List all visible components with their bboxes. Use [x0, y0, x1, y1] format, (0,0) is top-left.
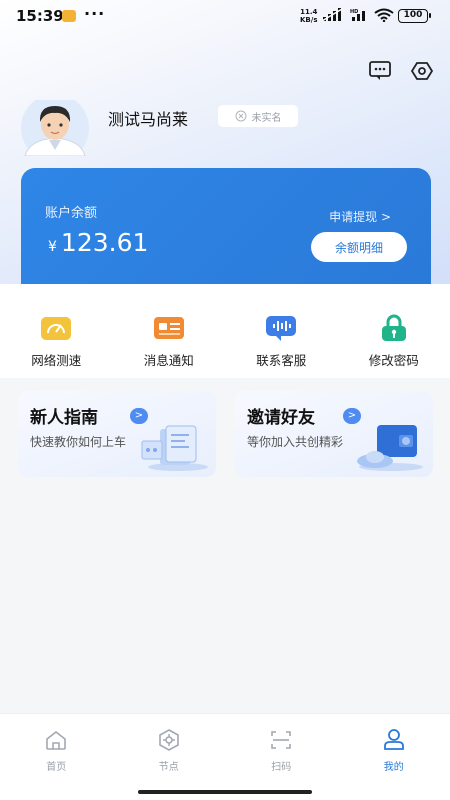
- hd-signal-icon: HD: [350, 9, 365, 21]
- tab-label: 扫码: [271, 762, 292, 773]
- lock-icon: [381, 314, 406, 341]
- promo-title: 邀请好友: [247, 408, 315, 428]
- quick-actions-row: 网络测速 消息通知 联系客服 修改密码: [0, 314, 450, 369]
- bottom-tab-bar: 首页 节点 扫码 我的: [0, 713, 450, 800]
- cellular-signal-icon: [322, 8, 343, 22]
- promo-subtitle: 快速教你如何上车: [30, 435, 127, 449]
- wallet-illustration: [357, 425, 423, 471]
- home-indicator[interactable]: [138, 790, 312, 794]
- verify-status-text: 未实名: [251, 112, 282, 124]
- quick-action-label: 修改密码: [368, 353, 419, 368]
- balance-label: 账户余额: [45, 206, 98, 221]
- tab-label: 首页: [46, 762, 67, 773]
- promo-title: 新人指南: [30, 408, 98, 428]
- battery-indicator: 100: [398, 9, 431, 23]
- wave-divider: [0, 285, 450, 302]
- invite-friends-card[interactable]: 邀请好友 > 等你加入共创精彩: [235, 391, 433, 477]
- message-icon[interactable]: [368, 60, 392, 82]
- tab-mine[interactable]: 我的: [338, 714, 450, 800]
- promo-subtitle: 等你加入共创精彩: [247, 435, 344, 449]
- tab-label: 节点: [158, 762, 179, 773]
- home-icon: [46, 730, 67, 750]
- tab-label: 我的: [383, 762, 404, 773]
- balance-value: 123.61: [60, 228, 149, 257]
- quick-action-customer-service[interactable]: 联系客服: [225, 314, 338, 369]
- arrow-right-icon: >: [343, 408, 361, 424]
- more-notifications-icon: ···: [84, 4, 106, 23]
- tab-node[interactable]: 节点: [113, 714, 226, 800]
- quick-action-label: 消息通知: [143, 353, 194, 368]
- message-card-icon: [153, 317, 184, 339]
- arrow-right-icon: >: [130, 408, 148, 424]
- balance-detail-button[interactable]: 余额明细: [311, 232, 407, 262]
- scan-icon: [271, 731, 292, 749]
- guide-document-illustration: [141, 425, 208, 471]
- newbie-guide-card[interactable]: 新人指南 > 快速教你如何上车: [18, 391, 216, 477]
- avatar[interactable]: [19, 100, 91, 156]
- quick-action-change-password[interactable]: 修改密码: [338, 314, 450, 369]
- network-speed: 11.4 KB/s: [300, 8, 318, 24]
- verify-status-badge[interactable]: 未实名: [218, 105, 298, 127]
- quick-action-notifications[interactable]: 消息通知: [113, 314, 226, 369]
- balance-amount: ¥123.61: [48, 228, 148, 257]
- settings-icon[interactable]: [410, 60, 434, 82]
- profile-icon: [383, 729, 404, 750]
- wifi-icon: [374, 8, 394, 22]
- speedometer-icon: [41, 317, 72, 340]
- node-icon: [158, 729, 179, 751]
- quick-action-label: 网络测速: [31, 353, 82, 368]
- voice-chat-icon: [266, 316, 297, 341]
- close-circle-icon: [235, 110, 246, 122]
- tab-scan[interactable]: 扫码: [225, 714, 338, 800]
- tab-home[interactable]: 首页: [0, 714, 113, 800]
- currency-symbol: ¥: [48, 239, 57, 255]
- status-time: 15:39: [16, 7, 64, 25]
- notification-app-icon: [62, 10, 76, 22]
- withdraw-link[interactable]: 申请提现 >: [329, 208, 391, 225]
- username: 测试马尚莱: [108, 110, 189, 129]
- quick-action-label: 联系客服: [256, 353, 307, 368]
- status-bar: 15:39 ··· 11.4 KB/s HD 100: [0, 0, 450, 32]
- quick-action-speed-test[interactable]: 网络测速: [0, 314, 113, 369]
